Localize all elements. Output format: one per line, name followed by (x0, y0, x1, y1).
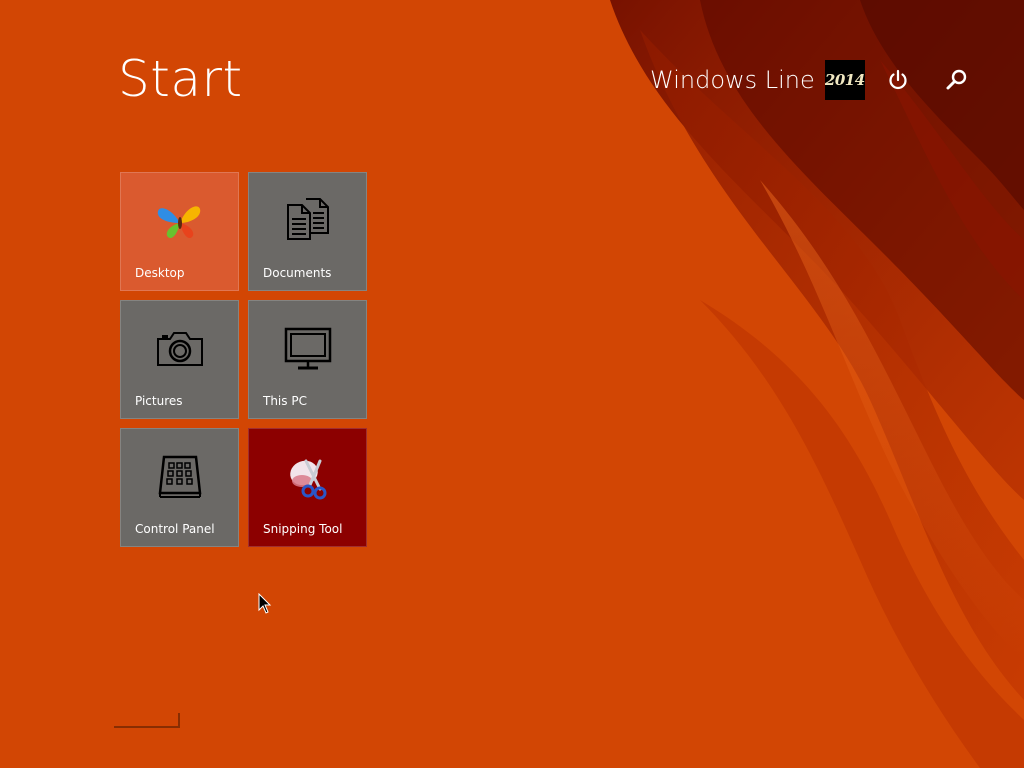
user-account[interactable]: Windows Line 2014 (650, 60, 865, 100)
camera-icon (156, 332, 203, 366)
tile-label: Desktop (135, 266, 185, 280)
search-button[interactable] (944, 67, 970, 93)
tile-this-pc[interactable]: This PC (248, 300, 367, 419)
tile-pictures[interactable]: Pictures (120, 300, 239, 419)
scroll-indicator[interactable] (114, 713, 180, 728)
control-panel-icon (158, 455, 201, 498)
tile-desktop[interactable]: Desktop (120, 172, 239, 291)
monitor-icon (284, 327, 331, 370)
tile-label: Snipping Tool (263, 522, 343, 536)
tile-label: Pictures (135, 394, 183, 408)
search-icon (946, 69, 967, 90)
documents-icon (286, 198, 329, 240)
tile-documents[interactable]: Documents (248, 172, 367, 291)
tile-label: Control Panel (135, 522, 215, 536)
scissors-icon (289, 459, 326, 500)
tile-label: This PC (263, 394, 307, 408)
tile-control-panel[interactable]: Control Panel (120, 428, 239, 547)
start-title: Start (118, 50, 243, 108)
mouse-cursor-icon (258, 593, 272, 614)
power-button[interactable] (885, 67, 911, 93)
user-name[interactable]: Windows Line (650, 66, 815, 94)
butterfly-icon (157, 206, 200, 239)
tile-label: Documents (263, 266, 332, 280)
avatar-text: 2014 (824, 71, 865, 89)
power-icon (889, 69, 907, 90)
avatar[interactable]: 2014 (824, 60, 865, 100)
tile-snipping-tool[interactable]: Snipping Tool (248, 428, 367, 547)
